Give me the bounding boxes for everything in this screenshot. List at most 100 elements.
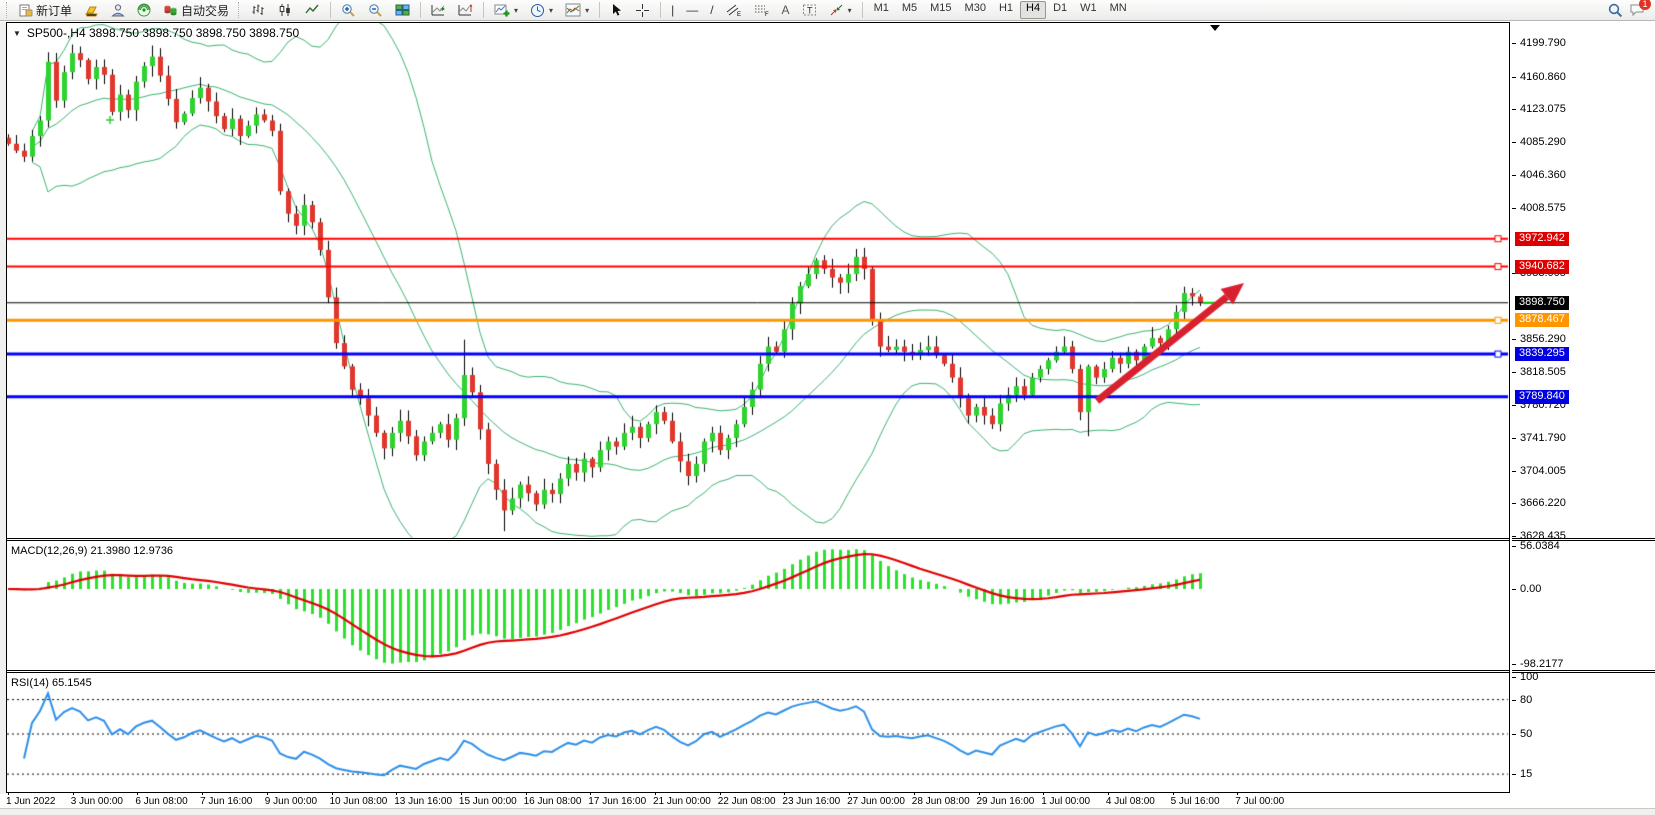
tab-timeframe-w1[interactable]: W1 (1074, 1, 1103, 19)
tab-timeframe-h1[interactable]: H1 (993, 1, 1019, 19)
fibonacci-icon: F (754, 3, 770, 17)
time-axis[interactable]: 1 Jun 20223 Jun 00:006 Jun 08:007 Jun 16… (0, 794, 1655, 808)
collapse-quick-trade-icon[interactable]: ▼ (13, 29, 21, 38)
zoom-out-icon (368, 3, 383, 18)
auto-trading-button[interactable]: 自动交易 (158, 1, 234, 20)
trendline-button[interactable]: / (705, 1, 718, 20)
chart-shift-button[interactable] (453, 1, 478, 20)
accounts-button[interactable] (106, 1, 130, 20)
time-tick-mark (267, 792, 268, 795)
time-axis-label: 6 Jun 08:00 (135, 796, 187, 807)
current-price-badge: 3898.750 (1515, 296, 1569, 310)
price-axis-label: 4085.290 (1520, 136, 1566, 148)
crosshair-icon (635, 3, 650, 18)
svg-text:E: E (737, 12, 741, 17)
time-tick-mark (8, 792, 9, 795)
price-axis-label: 4160.860 (1520, 71, 1566, 83)
time-tick-mark (1108, 792, 1109, 795)
time-axis-label: 10 Jun 08:00 (330, 796, 388, 807)
auto-scroll-button[interactable] (426, 1, 451, 20)
macd-axis-label: 56.0384 (1520, 540, 1560, 552)
text-button[interactable]: A (777, 1, 795, 20)
search-icon[interactable] (1608, 3, 1623, 18)
price-axis-label: 4123.075 (1520, 103, 1566, 115)
level-price-badge: 3972.942 (1515, 232, 1569, 246)
crosshair-button[interactable] (630, 1, 655, 20)
time-axis-label: 3 Jun 00:00 (71, 796, 123, 807)
tab-timeframe-mn[interactable]: MN (1104, 1, 1133, 19)
tab-timeframe-m5[interactable]: M5 (896, 1, 923, 19)
line-chart-button[interactable] (300, 1, 325, 20)
vertical-line-button[interactable]: | (666, 1, 679, 20)
line-chart-icon (305, 3, 320, 17)
time-axis-label: 4 Jul 08:00 (1106, 796, 1155, 807)
tile-windows-button[interactable] (390, 1, 415, 20)
chevron-down-icon: ▾ (585, 6, 589, 15)
rsi-axis-label: 80 (1520, 694, 1532, 706)
axis-tick-mark (1512, 339, 1516, 340)
auto-trading-icon (163, 3, 178, 17)
market-watch-button[interactable] (79, 1, 104, 20)
time-axis-label: 7 Jun 16:00 (200, 796, 252, 807)
price-axis-label: 4199.790 (1520, 37, 1566, 49)
toolbar-separator (599, 2, 600, 18)
axis-tick-mark (1512, 372, 1516, 373)
axis-tick-mark (1512, 677, 1516, 678)
tab-timeframe-m1[interactable]: M1 (868, 1, 895, 19)
pane-separator-macd[interactable] (7, 538, 1509, 541)
toolbar-separator (660, 2, 661, 18)
time-tick-mark (396, 792, 397, 795)
level-price-badge: 3878.467 (1515, 313, 1569, 327)
bar-chart-icon (251, 3, 266, 17)
toolbar-separator (862, 2, 863, 18)
candlestick-chart-button[interactable] (273, 1, 298, 20)
chart-shift-icon (458, 3, 473, 17)
periods-button[interactable]: ▾ (525, 1, 558, 20)
axis-tick-mark (1512, 734, 1516, 735)
price-axis-label: 3741.790 (1520, 432, 1566, 444)
zoom-out-button[interactable] (363, 1, 388, 20)
chart-canvas[interactable] (7, 23, 1509, 792)
auto-trading-label: 自动交易 (181, 2, 229, 19)
axis-tick-mark (1512, 175, 1516, 176)
chart-title-bar: ▼ SP500-,H4 3898.750 3898.750 3898.750 3… (13, 26, 299, 40)
indicators-button[interactable]: ▾ (489, 1, 523, 20)
tab-timeframe-m15[interactable]: M15 (924, 1, 957, 19)
tab-timeframe-h4[interactable]: H4 (1020, 1, 1046, 19)
signals-button[interactable] (132, 1, 156, 20)
horizontal-line-icon: — (686, 4, 698, 16)
toolbar-right-group: 1 (1608, 3, 1651, 18)
text-label-button[interactable]: T (797, 1, 822, 20)
time-tick-mark (73, 792, 74, 795)
horizontal-line-button[interactable]: — (681, 1, 703, 20)
rsi-indicator-label: RSI(14) 65.1545 (11, 677, 92, 689)
profile-icon (111, 3, 125, 17)
level-price-badge: 3789.840 (1515, 390, 1569, 404)
chevron-down-icon: ▾ (848, 6, 852, 15)
fibonacci-button[interactable]: F (749, 1, 775, 20)
chevron-down-icon: ▾ (549, 6, 553, 15)
rsi-axis-label: 100 (1520, 671, 1538, 683)
text-icon: A (782, 4, 790, 16)
vertical-line-icon: | (671, 4, 674, 16)
tab-timeframe-d1[interactable]: D1 (1047, 1, 1073, 19)
cursor-button[interactable] (605, 1, 628, 20)
toolbar-separator (483, 2, 484, 18)
new-order-button[interactable]: 新订单 (14, 1, 77, 20)
zoom-in-button[interactable] (336, 1, 361, 20)
price-axis[interactable]: 4199.7904160.8604123.0754085.2904046.360… (1512, 22, 1655, 793)
notifications-button[interactable]: 1 (1629, 3, 1645, 17)
pane-separator-rsi[interactable] (7, 670, 1509, 673)
time-axis-label: 9 Jun 00:00 (265, 796, 317, 807)
price-axis-label: 4008.575 (1520, 202, 1566, 214)
chart-window: ▼ SP500-,H4 3898.750 3898.750 3898.750 3… (6, 22, 1510, 793)
equidistant-channel-button[interactable]: E (721, 1, 747, 20)
bar-chart-button[interactable] (246, 1, 271, 20)
trendline-icon: / (710, 4, 713, 16)
arrows-button[interactable]: ▾ (824, 1, 857, 20)
toolbar-separator (330, 2, 331, 18)
templates-button[interactable]: ▾ (560, 1, 594, 20)
price-axis-label: 3666.220 (1520, 497, 1566, 509)
tab-timeframe-m30[interactable]: M30 (959, 1, 992, 19)
chart-shift-marker-icon[interactable] (1210, 25, 1220, 31)
